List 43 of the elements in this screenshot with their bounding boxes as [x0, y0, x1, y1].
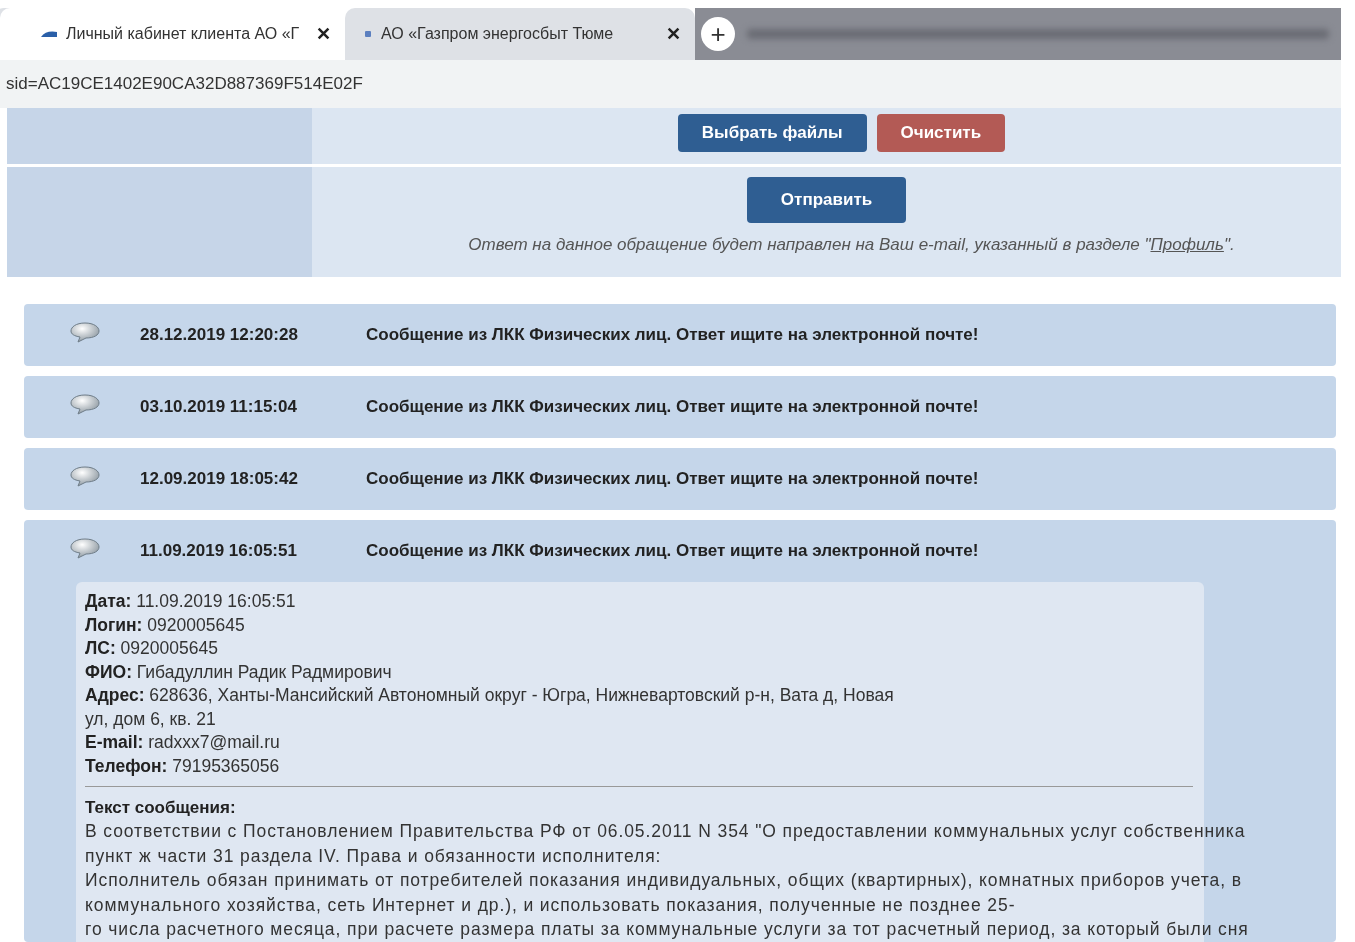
detail-field: ЛС: 0920005645: [85, 637, 895, 661]
url-text: sid=AC19CE1402E90CA32D887369F514E02F: [5, 74, 363, 94]
message-subject: Сообщение из ЛКК Физических лиц. Ответ ищите на электронной почте!: [366, 325, 979, 345]
detail-field: Логин: 0920005645: [85, 613, 895, 637]
profile-link[interactable]: Профиль: [1150, 235, 1224, 254]
choose-files-button[interactable]: Выбрать файлы: [677, 114, 867, 152]
message-date: 03.10.2019 11:15:04: [140, 397, 298, 417]
message-text-line: В соответствии с Постановлением Правительства РФ от 06.05.2011 N 354 "О предоставлении коммунальных услуг собственника: [85, 820, 1246, 843]
address-bar[interactable]: sid=AC19CE1402E90CA32D887369F514E02F: [0, 60, 1341, 108]
close-icon[interactable]: ✕: [666, 23, 681, 45]
message-date: 28.12.2019 12:20:28: [140, 325, 299, 345]
message-text-line: коммунального хозяйства, сеть Интернет и др.), и использовать показания, полученные не позднее 25-: [85, 893, 1016, 917]
speech-bubble-icon: [70, 537, 100, 559]
message-subject: Сообщение из ЛКК Физических лиц. Ответ ищите на электронной почте!: [366, 397, 979, 417]
speech-bubble-icon: [70, 321, 100, 343]
speech-bubble-icon: [70, 465, 100, 487]
message-text-line: пункт ж части 31 раздела IV. Права и обязанности исполнителя:: [85, 844, 662, 868]
message-item[interactable]: 03.10.2019 11:15:04 Сообщение из ЛКК Физических лиц. Ответ ищите на электронной почте!: [24, 376, 1336, 438]
close-icon[interactable]: ✕: [316, 23, 331, 45]
new-tab-button[interactable]: +: [701, 17, 735, 51]
clear-button[interactable]: Очистить: [876, 114, 1006, 152]
message-date: 11.09.2019 16:05:51: [140, 541, 298, 561]
message-item[interactable]: 28.12.2019 12:20:28 Сообщение из ЛКК Физических лиц. Ответ ищите на электронной почте!: [24, 304, 1336, 366]
message-text-line: го числа расчетного месяца, при расчете размера платы за коммунальные услуги за тот расчетный период, за который были сня: [85, 918, 1249, 941]
message-item[interactable]: [24, 520, 1336, 942]
detail-field: Телефон: 79195365056: [85, 754, 895, 778]
speech-bubble-icon: [70, 393, 100, 415]
detail-field: Дата: 11.09.2019 16:05:51: [85, 590, 895, 614]
message-subject: Сообщение из ЛКК Физических лиц. Ответ ищите на электронной почте!: [366, 469, 979, 489]
detail-field: E-mail: radxxx7@mail.ru: [85, 731, 895, 755]
message-date: 12.09.2019 18:05:42: [140, 469, 299, 489]
tab-title: Личный кабинет клиента АО «Г: [66, 25, 301, 43]
detail-field: ФИО: Гибадуллин Радик Радмирович: [85, 660, 895, 684]
message-subject: Сообщение из ЛКК Физических лиц. Ответ ищите на электронной почте!: [366, 541, 979, 561]
message-text-title: Текст сообщения:: [85, 797, 237, 819]
message-item[interactable]: 12.09.2019 18:05:42 Сообщение из ЛКК Физических лиц. Ответ ищите на электронной почте!: [24, 448, 1336, 510]
page-icon: [363, 29, 373, 39]
send-button[interactable]: Отправить: [746, 177, 907, 223]
note-text: Ответ на данное обращение будет направлен на Ваш e-mail, указанный в разделе "Профиль".: [468, 235, 1235, 255]
message-text-line: Исполнитель обязан принимать от потребителей показания индивидуальных, общих (квартирных), комнатных приборов учета, в: [85, 869, 1242, 892]
logo-icon: [40, 30, 58, 38]
browser-tab[interactable]: АО «Газпром энергосбыт Тюме ✕: [345, 8, 695, 60]
tab-title: АО «Газпром энергосбыт Тюме: [381, 25, 615, 43]
